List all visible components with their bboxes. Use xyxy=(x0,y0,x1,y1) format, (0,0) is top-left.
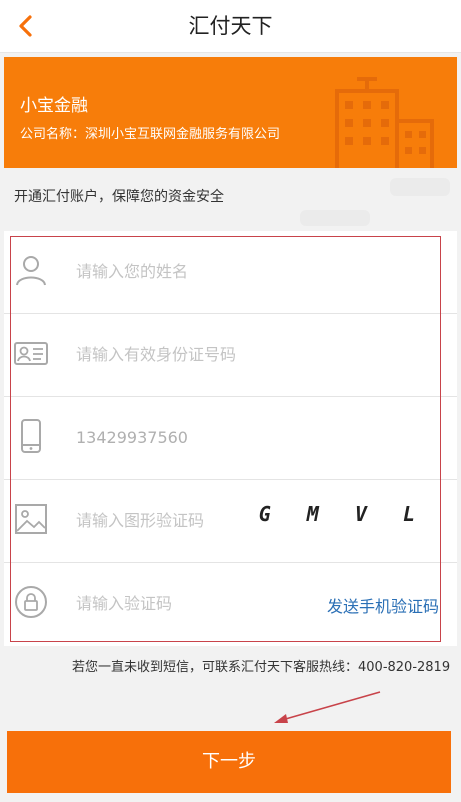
lock-icon xyxy=(15,586,47,618)
sms-code-row: 发送手机验证码 xyxy=(4,563,457,645)
id-row xyxy=(4,314,457,397)
merchant-banner: 小宝金融 公司名称：深圳小宝互联网金融服务有限公司 xyxy=(4,57,457,168)
send-sms-code-button[interactable]: 发送手机验证码 xyxy=(327,593,439,617)
annotation-arrow xyxy=(274,691,381,723)
merchant-name: 小宝金融 xyxy=(20,96,88,116)
name-input[interactable] xyxy=(76,255,306,287)
image-icon xyxy=(15,504,47,534)
title-bar: 汇付天下 xyxy=(0,0,461,53)
building-icon xyxy=(335,77,434,168)
watermark-blur xyxy=(300,210,370,226)
captcha-row: G M V L xyxy=(4,480,457,563)
security-notice: 开通汇付账户，保障您的资金安全 xyxy=(14,189,224,205)
phone-input[interactable] xyxy=(76,421,306,453)
phone-row xyxy=(4,397,457,480)
captcha-image[interactable]: G M V L xyxy=(259,502,427,526)
name-row xyxy=(4,231,457,314)
phone-icon xyxy=(21,419,41,453)
sms-code-input[interactable] xyxy=(76,587,256,619)
id-number-input[interactable] xyxy=(76,338,306,370)
hotline-hint: 若您一直未收到短信，可联系汇付天下客服热线：400-820-2819 xyxy=(72,660,451,675)
merchant-company: 公司名称：深圳小宝互联网金融服务有限公司 xyxy=(20,127,281,142)
next-step-button[interactable]: 下一步 xyxy=(7,731,451,793)
watermark-blur xyxy=(390,178,450,196)
user-icon xyxy=(16,256,46,286)
page-title: 汇付天下 xyxy=(188,14,273,38)
id-card-icon xyxy=(14,342,48,365)
